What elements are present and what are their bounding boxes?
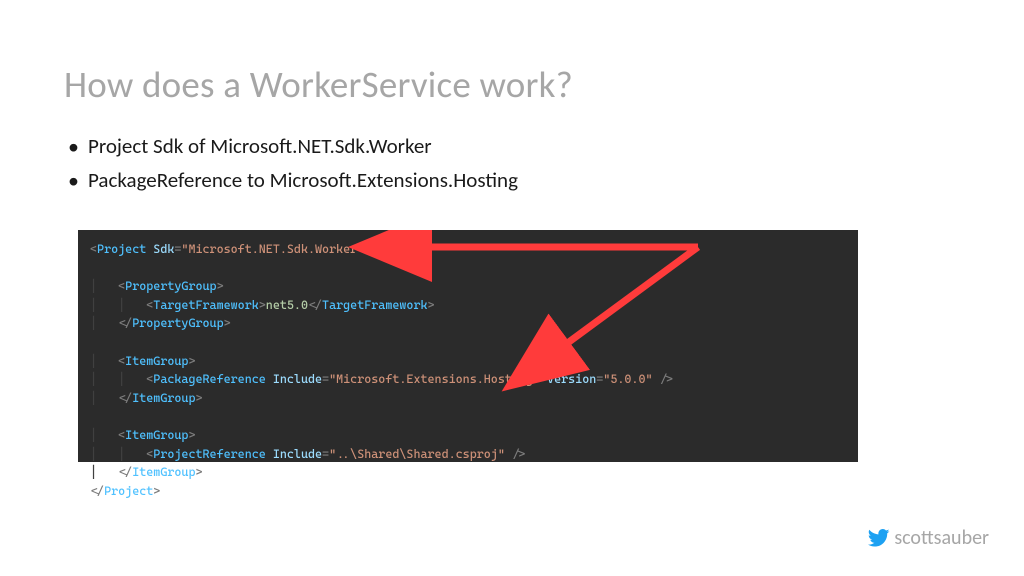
bullet-list: Project Sdk of Microsoft.NET.Sdk.Worker …: [66, 131, 518, 199]
twitter-handle: scottsauber: [894, 526, 989, 550]
slide-title: How does a WorkerService work?: [64, 62, 573, 107]
footer: scottsauber: [868, 526, 989, 550]
bullet-item: Project Sdk of Microsoft.NET.Sdk.Worker: [66, 131, 518, 163]
bullet-item: PackageReference to Microsoft.Extensions…: [66, 165, 518, 197]
twitter-icon: [868, 529, 890, 547]
code-block: <Project Sdk="Microsoft.NET.Sdk.Worker">…: [78, 230, 858, 462]
